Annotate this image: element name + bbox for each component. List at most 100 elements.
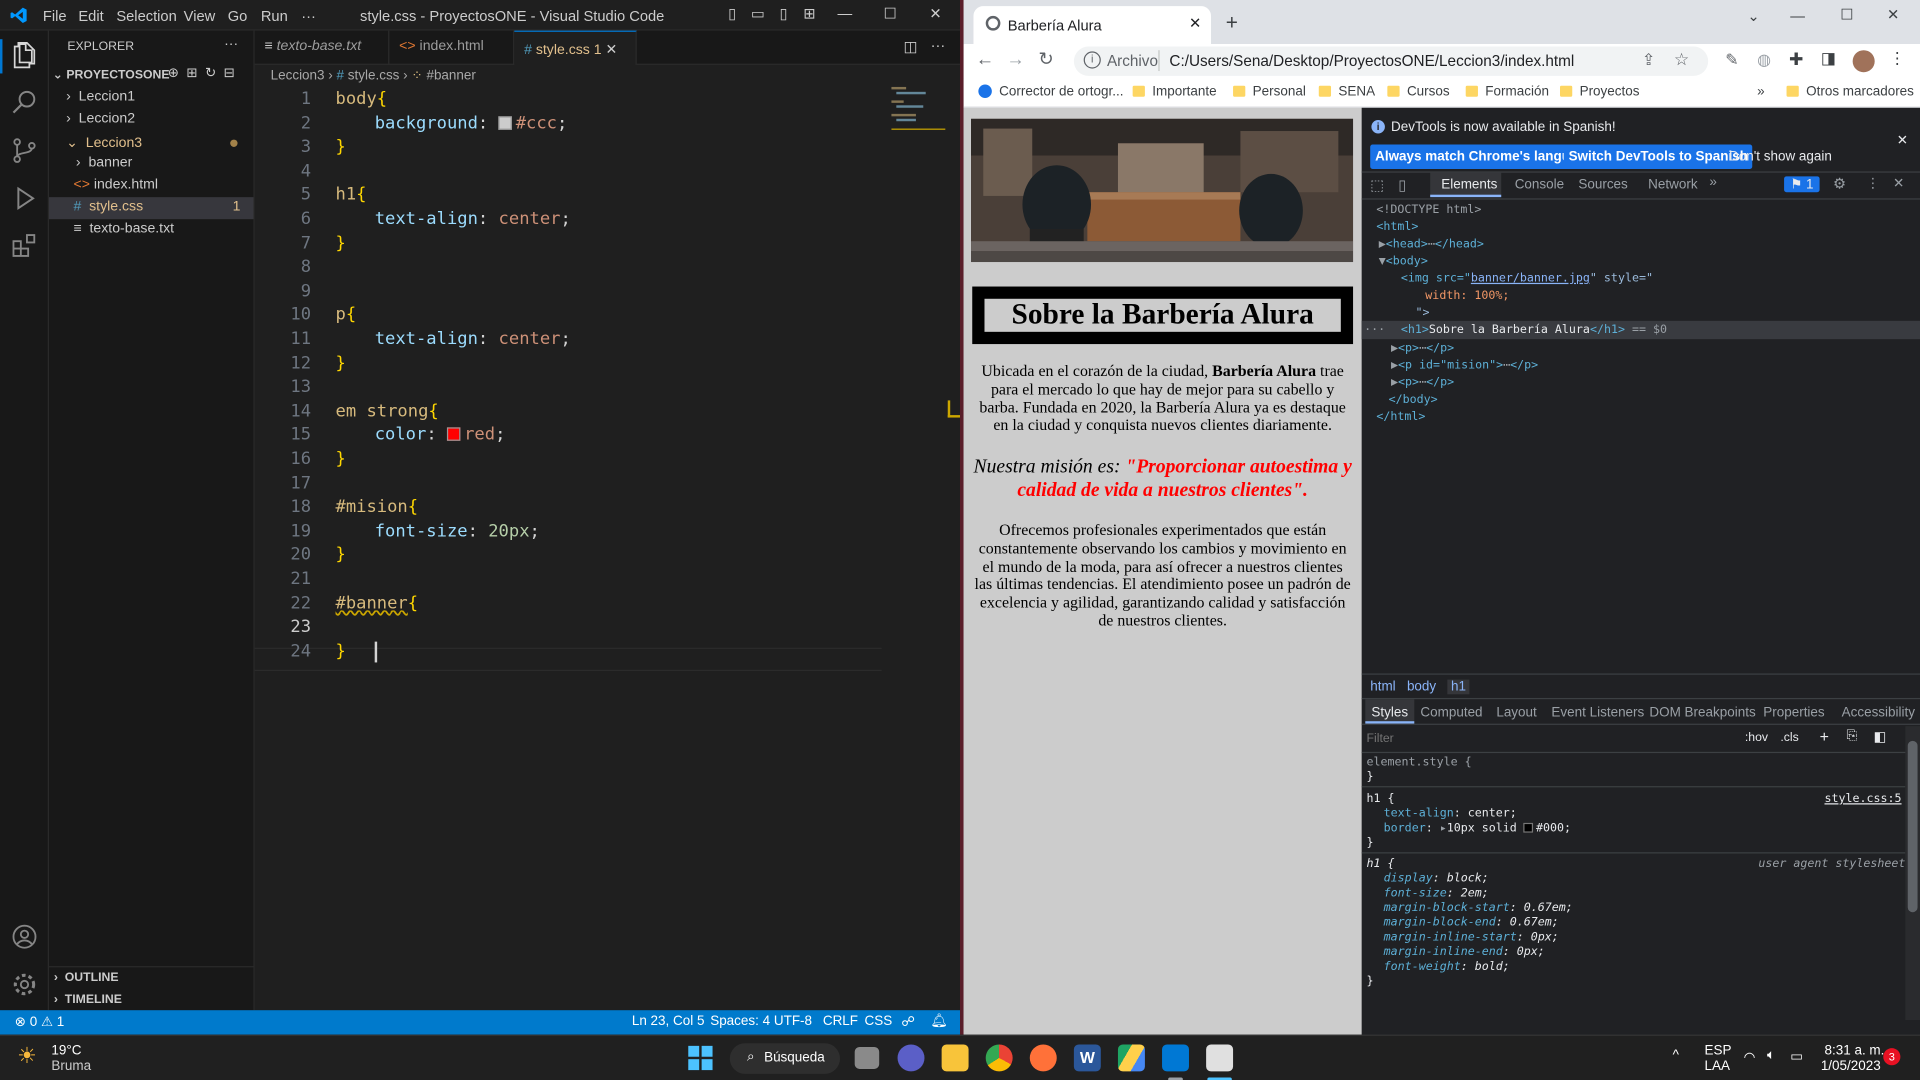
ua-declaration[interactable]: display: block;	[1384, 872, 1489, 885]
subtab-dom-breakpoints[interactable]: DOM Breakpoints	[1649, 705, 1755, 720]
ua-declaration[interactable]: margin-block-end: 0.67em;	[1384, 916, 1559, 929]
extensions-puzzle-icon[interactable]: ✚	[1789, 49, 1803, 70]
expand-arrow-icon[interactable]: ▶	[1391, 342, 1398, 355]
dont-show-again-button[interactable]: Don't show again	[1729, 149, 1832, 164]
devtools-menu-icon[interactable]: ⋮	[1866, 175, 1879, 191]
tree-folder-leccion2[interactable]: › Leccion2	[66, 111, 135, 126]
file-explorer-icon[interactable]	[941, 1044, 969, 1072]
rule1-selector[interactable]: h1 {	[1367, 792, 1395, 805]
tab-search-icon[interactable]: ⌄	[1747, 7, 1759, 24]
menu-file[interactable]: File	[43, 7, 67, 24]
volume-icon[interactable]: 🔈︎	[1767, 1048, 1775, 1064]
dom-html-close[interactable]: </html>	[1376, 410, 1425, 423]
menu-go[interactable]: Go	[228, 7, 248, 24]
chrome-taskbar-icon[interactable]	[985, 1044, 1013, 1072]
issues-badge[interactable]: ⚑ 1	[1784, 176, 1820, 193]
back-icon[interactable]: ←	[976, 49, 994, 70]
minimize-icon[interactable]: —	[1790, 7, 1805, 24]
dom-head[interactable]: ▶<head>⋯</head>	[1379, 238, 1484, 251]
dom-p1[interactable]: ▶<p>⋯</p>	[1391, 342, 1454, 355]
expand-arrow-icon[interactable]: ▸	[1440, 822, 1447, 835]
subtab-layout[interactable]: Layout	[1496, 705, 1536, 720]
google-drive-icon[interactable]	[1117, 1044, 1145, 1072]
subtab-accessibility[interactable]: Accessibility	[1842, 705, 1915, 720]
rule1-decl-border[interactable]: border: ▸10px solid #000;	[1384, 822, 1571, 835]
new-tab-icon[interactable]: +	[1226, 11, 1238, 35]
vscode-taskbar-icon[interactable]	[1162, 1044, 1189, 1072]
new-style-rule-icon[interactable]: +	[1820, 727, 1829, 745]
ua-declaration[interactable]: font-size: 2em;	[1384, 887, 1489, 900]
tab-style-css[interactable]: # style.css 1 ✕	[514, 30, 637, 65]
explorer-more-icon[interactable]: ···	[224, 37, 238, 52]
word-icon[interactable]: W	[1073, 1044, 1101, 1072]
subtab-event-listeners[interactable]: Event Listeners	[1551, 705, 1644, 720]
dom-row-menu-icon[interactable]: ···	[1364, 323, 1385, 336]
bookmark-proyectos[interactable]: Proyectos	[1560, 84, 1639, 99]
element-style-rule[interactable]: element.style {	[1367, 756, 1472, 769]
devtools-close-icon[interactable]: ✕	[1893, 175, 1904, 191]
clock-time[interactable]: 8:31 a. m.	[1824, 1043, 1884, 1058]
editor-more-icon[interactable]: ···	[931, 37, 946, 54]
end-of-line[interactable]: CRLF	[823, 1014, 858, 1029]
ua-declaration[interactable]: margin-inline-end: 0px;	[1384, 945, 1545, 958]
clock-date[interactable]: 1/05/2023	[1821, 1059, 1881, 1074]
dom-doctype[interactable]: <!DOCTYPE html>	[1376, 203, 1481, 216]
minimap[interactable]	[891, 84, 945, 131]
forward-icon[interactable]: →	[1007, 49, 1025, 70]
menu-view[interactable]: View	[184, 7, 216, 24]
input-layout[interactable]: LAA	[1704, 1059, 1729, 1074]
dom-body-close[interactable]: </body>	[1389, 393, 1438, 406]
bookmark-personal[interactable]: Personal	[1233, 84, 1306, 99]
tree-file-style-css[interactable]: # style.css	[73, 200, 143, 215]
share-icon[interactable]: ⇪	[1642, 50, 1655, 70]
collapse-arrow-icon[interactable]: ▼	[1379, 255, 1386, 268]
run-debug-icon[interactable]	[10, 184, 39, 213]
expand-arrow-icon[interactable]: ▶	[1379, 238, 1386, 251]
bookmarks-overflow-icon[interactable]: »	[1757, 84, 1765, 99]
tab-texto-base[interactable]: ≡ texto-base.txt	[255, 30, 390, 65]
styles-filter-input[interactable]	[1366, 727, 1734, 750]
menu-more[interactable]: ···	[301, 7, 316, 24]
address-bar[interactable]: i Archivo C:/Users/Sena/Desktop/Proyecto…	[1073, 46, 1709, 76]
tab-sources[interactable]: Sources	[1578, 178, 1627, 193]
teams-chat-icon[interactable]	[897, 1044, 925, 1072]
tray-overflow-icon[interactable]: ^	[1673, 1048, 1679, 1063]
ua-declaration[interactable]: margin-block-start: 0.67em;	[1384, 901, 1573, 914]
dom-p3[interactable]: ▶<p>⋯</p>	[1391, 376, 1454, 389]
task-view-icon[interactable]	[854, 1046, 880, 1069]
bookmark-formacion[interactable]: Formación	[1465, 84, 1549, 99]
extensions-icon[interactable]	[10, 231, 39, 260]
tab-close-icon[interactable]: ✕	[1189, 15, 1201, 32]
eyedropper-icon[interactable]: ✎	[1725, 50, 1738, 70]
feedback-icon[interactable]: ☍	[901, 1014, 915, 1030]
encoding[interactable]: UTF-8	[774, 1014, 812, 1029]
problems-status[interactable]: ⊗ 0 ⚠ 1	[15, 1014, 65, 1030]
bookmark-corrector[interactable]: Corrector de ortogr...	[978, 84, 1123, 99]
notifications-bell-icon[interactable]: 🔔︎	[931, 1013, 948, 1029]
browser-tab[interactable]: Barbería Alura ✕	[973, 6, 1212, 45]
indentation[interactable]: Spaces: 4	[710, 1014, 770, 1029]
dom-tree[interactable]: <!DOCTYPE html> <html> ▶<head>⋯</head> ▼…	[1361, 203, 1920, 436]
explorer-actions-icon[interactable]: ⊕⊞↻⊟	[168, 65, 243, 81]
rule2-selector[interactable]: h1 {	[1367, 857, 1395, 870]
tab-console[interactable]: Console	[1515, 178, 1564, 193]
bookmark-cursos[interactable]: Cursos	[1387, 84, 1450, 99]
color-swatch-icon[interactable]	[1523, 822, 1534, 833]
close-icon[interactable]: ✕	[1887, 6, 1899, 23]
explorer-icon[interactable]	[10, 40, 39, 69]
ua-declaration[interactable]: margin-inline-start: 0px;	[1384, 931, 1559, 944]
menu-edit[interactable]: Edit	[78, 7, 103, 24]
color-swatch-icon[interactable]	[446, 427, 461, 442]
expand-arrow-icon[interactable]: ▶	[1391, 359, 1398, 372]
snipping-tool-icon[interactable]	[1206, 1044, 1234, 1072]
split-editor-icon[interactable]: ◫	[904, 38, 918, 55]
dom-body[interactable]: ▼<body>	[1379, 255, 1428, 268]
img-src-link[interactable]: banner/banner.jpg	[1471, 272, 1590, 285]
code-editor[interactable]: 1 2 3 4 5 6 7 8 9 10 11 12 13 14 15 16 17 18 19 20 21 22 23 24 …	[254, 87, 960, 675]
notification-badge[interactable]: 3	[1883, 1048, 1901, 1066]
customize-layout-icon[interactable]: ⊞	[797, 5, 821, 25]
wifi-icon[interactable]: ◠	[1744, 1049, 1756, 1066]
tree-folder-banner[interactable]: › banner	[76, 156, 132, 171]
bookmark-star-icon[interactable]: ☆	[1674, 49, 1689, 70]
tree-folder-leccion1[interactable]: › Leccion1	[66, 89, 135, 104]
